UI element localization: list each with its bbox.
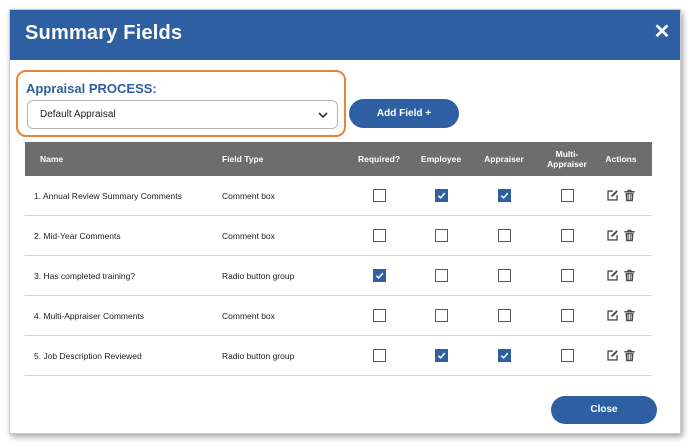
- row-actions: [595, 176, 647, 215]
- employee-checkbox[interactable]: [434, 349, 448, 362]
- col-employee: Employee: [420, 154, 462, 164]
- col-multi-appraiser: Multi- Appraiser: [531, 142, 603, 176]
- edit-icon[interactable]: [606, 189, 619, 202]
- row-field-type: Comment box: [222, 230, 275, 241]
- checkmark-icon: [500, 352, 508, 359]
- row-actions: [595, 336, 647, 375]
- row-name: 4. Multi-Appraiser Comments: [34, 310, 145, 321]
- appraiser-checkbox[interactable]: [497, 349, 511, 362]
- col-multi-appraiser-line1: Multi-: [555, 149, 579, 159]
- close-button[interactable]: Close: [551, 396, 657, 424]
- row-employee-cell: [405, 176, 477, 215]
- add-field-button[interactable]: Add Field +: [349, 99, 459, 128]
- multi-appraiser-checkbox[interactable]: [560, 269, 574, 282]
- edit-icon[interactable]: [606, 349, 619, 362]
- row-actions: [595, 296, 647, 335]
- checkmark-icon: [437, 192, 445, 199]
- row-actions: [595, 216, 647, 255]
- col-multi-appraiser-line2: Appraiser: [547, 159, 587, 169]
- col-field-type: Field Type: [222, 154, 264, 164]
- row-name: 1. Annual Review Summary Comments: [34, 190, 182, 201]
- table-row: 5. Job Description Reviewed Radio button …: [25, 336, 652, 376]
- summary-fields-table: Name Field Type Required? Employee Appra…: [25, 142, 652, 376]
- row-name: 5. Job Description Reviewed: [34, 350, 142, 361]
- row-appraiser-cell: [468, 256, 540, 295]
- edit-icon[interactable]: [606, 309, 619, 322]
- row-field-type: Comment box: [222, 310, 275, 321]
- row-appraiser-cell: [468, 176, 540, 215]
- row-field-type: Radio button group: [222, 270, 295, 281]
- row-employee-cell: [405, 296, 477, 335]
- appraiser-checkbox[interactable]: [497, 269, 511, 282]
- checkmark-icon: [500, 192, 508, 199]
- col-name: Name: [40, 154, 64, 164]
- required-checkbox[interactable]: [372, 269, 386, 282]
- required-checkbox[interactable]: [372, 309, 386, 322]
- dialog-title: Summary Fields: [25, 22, 183, 44]
- appraiser-checkbox[interactable]: [497, 229, 511, 242]
- process-select[interactable]: Default Appraisal: [27, 100, 338, 129]
- required-checkbox[interactable]: [372, 189, 386, 202]
- edit-icon[interactable]: [606, 269, 619, 282]
- close-icon[interactable]: ✕: [652, 20, 672, 44]
- row-appraiser-cell: [468, 216, 540, 255]
- col-appraiser: Appraiser: [484, 154, 524, 164]
- row-name: 3. Has completed training?: [34, 270, 136, 281]
- row-actions: [595, 256, 647, 295]
- summary-fields-dialog: Summary Fields ✕ Appraisal PROCESS: Defa…: [9, 9, 681, 434]
- appraiser-checkbox[interactable]: [497, 309, 511, 322]
- employee-checkbox[interactable]: [434, 269, 448, 282]
- row-appraiser-cell: [468, 336, 540, 375]
- process-select-value: Default Appraisal: [40, 109, 116, 120]
- trash-icon[interactable]: [623, 349, 636, 362]
- row-multi-appraiser-cell: [531, 296, 603, 335]
- row-multi-appraiser-cell: [531, 256, 603, 295]
- row-employee-cell: [405, 336, 477, 375]
- row-multi-appraiser-cell: [531, 336, 603, 375]
- trash-icon[interactable]: [623, 309, 636, 322]
- row-employee-cell: [405, 256, 477, 295]
- multi-appraiser-checkbox[interactable]: [560, 189, 574, 202]
- table-row: 2. Mid-Year Comments Comment box: [25, 216, 652, 256]
- row-name: 2. Mid-Year Comments: [34, 230, 121, 241]
- row-employee-cell: [405, 216, 477, 255]
- trash-icon[interactable]: [623, 269, 636, 282]
- dialog-header: Summary Fields ✕: [10, 10, 680, 60]
- row-multi-appraiser-cell: [531, 216, 603, 255]
- table-row: 4. Multi-Appraiser Comments Comment box: [25, 296, 652, 336]
- chevron-down-icon: [318, 112, 328, 119]
- edit-icon[interactable]: [606, 229, 619, 242]
- table-header: Name Field Type Required? Employee Appra…: [25, 142, 652, 176]
- employee-checkbox[interactable]: [434, 309, 448, 322]
- checkmark-icon: [375, 272, 383, 279]
- required-checkbox[interactable]: [372, 349, 386, 362]
- row-multi-appraiser-cell: [531, 176, 603, 215]
- checkmark-icon: [437, 352, 445, 359]
- required-checkbox[interactable]: [372, 229, 386, 242]
- row-field-type: Radio button group: [222, 350, 295, 361]
- trash-icon[interactable]: [623, 189, 636, 202]
- multi-appraiser-checkbox[interactable]: [560, 229, 574, 242]
- table-row: 1. Annual Review Summary Comments Comment…: [25, 176, 652, 216]
- row-field-type: Comment box: [222, 190, 275, 201]
- trash-icon[interactable]: [623, 229, 636, 242]
- row-appraiser-cell: [468, 296, 540, 335]
- multi-appraiser-checkbox[interactable]: [560, 309, 574, 322]
- multi-appraiser-checkbox[interactable]: [560, 349, 574, 362]
- process-highlight: Appraisal PROCESS: Default Appraisal: [16, 70, 346, 137]
- table-body: 1. Annual Review Summary Comments Comment…: [25, 176, 652, 376]
- process-label: Appraisal PROCESS:: [26, 81, 157, 96]
- col-actions: Actions: [605, 154, 637, 164]
- employee-checkbox[interactable]: [434, 189, 448, 202]
- appraiser-checkbox[interactable]: [497, 189, 511, 202]
- employee-checkbox[interactable]: [434, 229, 448, 242]
- table-row: 3. Has completed training? Radio button g…: [25, 256, 652, 296]
